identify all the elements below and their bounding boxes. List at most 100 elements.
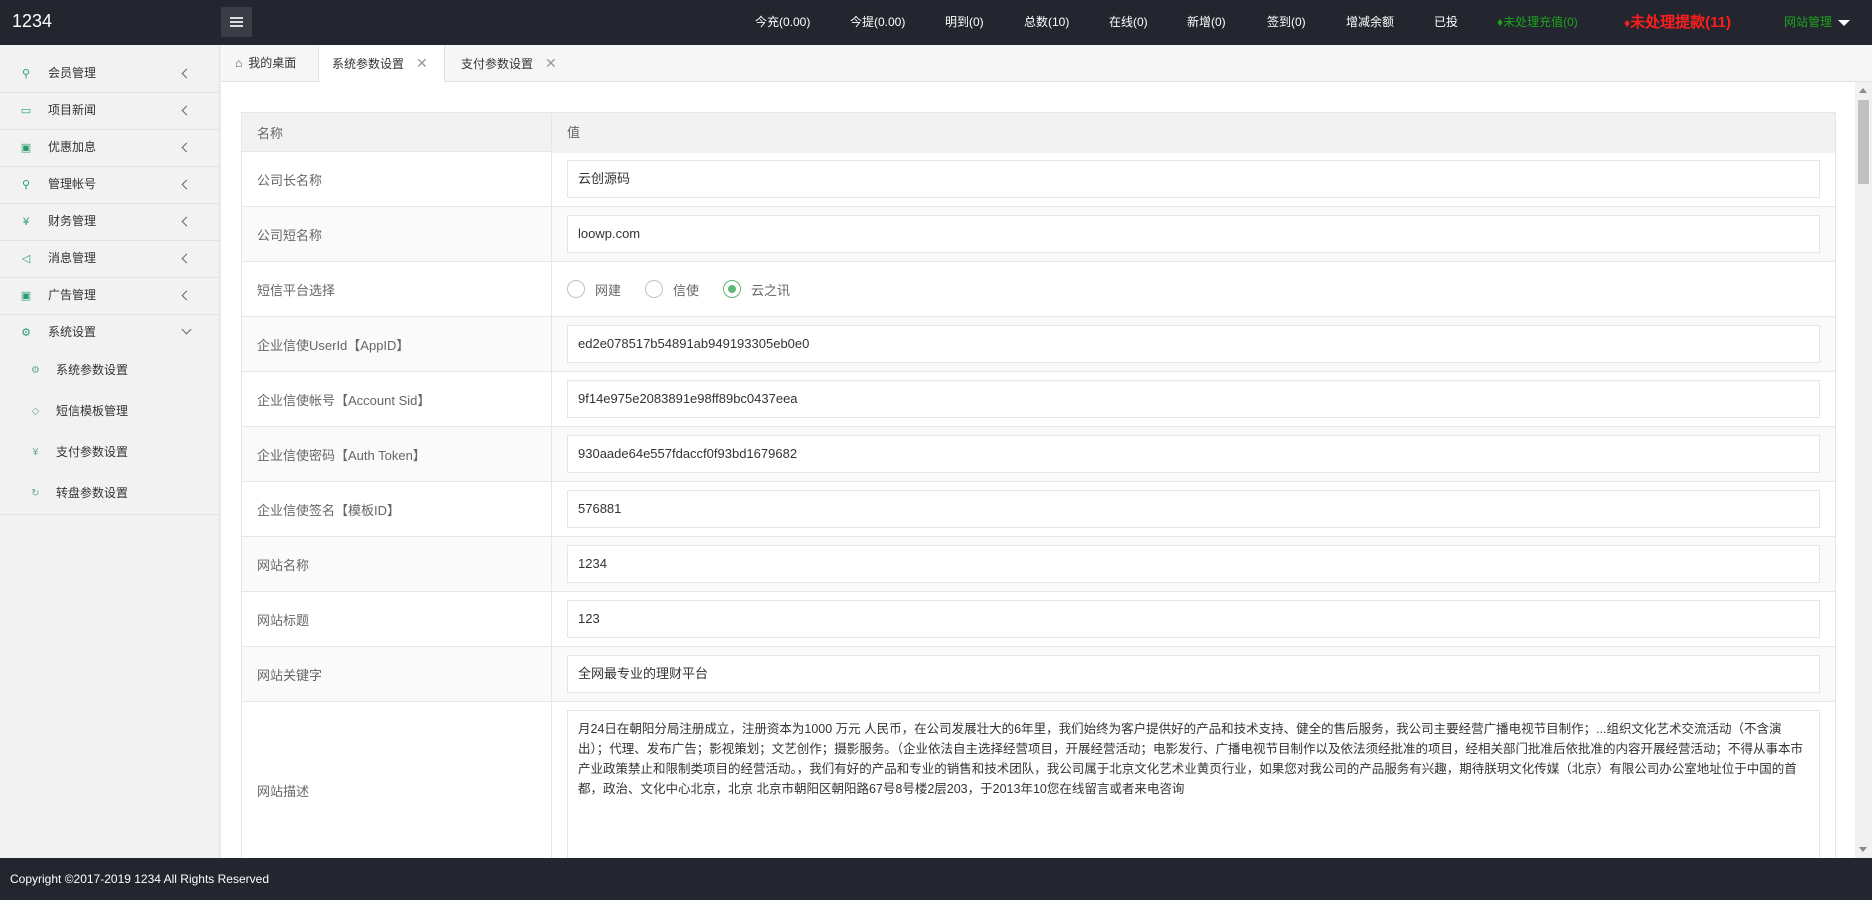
row-label: 网站名称 [242,537,552,591]
nav-signin[interactable]: 签到(0) [1267,0,1306,45]
chevron-left-icon [181,290,192,301]
row-label: 企业信使帐号【Account Sid】 [242,372,552,426]
image-icon: ▣ [20,290,32,302]
tab-label: 支付参数设置 [461,57,534,71]
rmb-icon: ¥ [32,447,39,458]
sidebar-item-label: 项目新闻 [48,103,97,117]
chevron-left-icon [181,68,192,79]
radio-label: 网建 [595,282,622,298]
sms-account-sid-input[interactable]: 9f14e975e2083891e98ff89bc0437eea [567,380,1820,418]
table-row: 公司长名称 云创源码 [242,152,1835,207]
sidebar-item-label: 消息管理 [48,251,97,265]
nav-adjust-balance[interactable]: 增减余额 [1346,0,1394,45]
table-row: 网站名称 1234 [242,537,1835,592]
tab-desktop[interactable]: ⌂ 我的桌面 [235,45,296,82]
site-title-input[interactable]: 123 [567,600,1820,638]
sidebar-item-ads[interactable]: ▣ 广告管理 [0,277,220,314]
gear-icon: ⚙ [31,365,40,376]
chevron-down-icon [181,324,192,335]
book-icon: ▭ [20,105,32,117]
tab-label: 我的桌面 [248,56,297,70]
tab-label: 系统参数设置 [332,57,405,71]
sidebar-item-label: 会员管理 [48,66,97,80]
settings-table: 名称 值 公司长名称 云创源码 公司短名称 loowp.com 短信平台选择 网… [241,112,1836,858]
company-long-name-input[interactable]: 云创源码 [567,160,1820,198]
sidebar-subitem-payment-params[interactable]: ¥ 支付参数设置 [0,432,220,473]
close-icon[interactable]: ✕ [545,45,557,82]
row-label: 网站标题 [242,592,552,646]
menu-toggle-button[interactable] [221,7,252,37]
nav-online[interactable]: 在线(0) [1109,0,1148,45]
sidebar-subitem-wheel-params[interactable]: ↻ 转盘参数设置 [0,473,220,514]
row-label: 网站描述 [242,702,552,858]
sidebar-item-system-settings[interactable]: ⚙ 系统设置 [0,314,220,351]
sms-template-id-input[interactable]: 576881 [567,490,1820,528]
sidebar-item-label: 系统设置 [48,325,97,339]
radio-yunzhixun[interactable]: 云之讯 [723,280,790,299]
scroll-up-icon[interactable] [1859,88,1867,93]
nav-pending-recharge[interactable]: ♦未处理充值(0) [1497,0,1578,45]
nav-pending-withdraw[interactable]: ♦未处理提款(11) [1624,0,1731,45]
row-label: 短信平台选择 [242,262,552,316]
nav-today-recharge[interactable]: 今充(0.00) [755,0,810,45]
sidebar-item-promotions[interactable]: ▣ 优惠加息 [0,129,220,166]
sidebar-subitem-label: 支付参数设置 [56,445,129,459]
nav-new[interactable]: 新增(0) [1187,0,1226,45]
sidebar-item-label: 财务管理 [48,214,97,228]
table-row: 企业信使帐号【Account Sid】 9f14e975e2083891e98f… [242,372,1835,427]
header-value: 值 [552,113,1835,153]
radio-xinshi[interactable]: 信使 [645,280,699,299]
sidebar-item-admin-accounts[interactable]: ⚲ 管理帐号 [0,166,220,203]
table-row: 短信平台选择 网建 信使 云之讯 [242,262,1835,317]
row-label: 企业信使密码【Auth Token】 [242,427,552,481]
row-label: 公司长名称 [242,152,552,206]
sidebar-subitem-label: 系统参数设置 [56,363,129,377]
sidebar-item-finance[interactable]: ¥ 财务管理 [0,203,220,240]
row-label: 企业信使签名【模板ID】 [242,482,552,536]
radio-circle-icon [645,280,664,298]
nav-invested[interactable]: 已投 [1434,0,1458,45]
sms-platform-radio-group: 网建 信使 云之讯 [567,270,1820,308]
site-name-input[interactable]: 1234 [567,545,1820,583]
table-header: 名称 值 [242,112,1835,153]
radio-wangjian[interactable]: 网建 [567,280,621,299]
tag-icon: ◇ [31,406,40,417]
main-content: 名称 值 公司长名称 云创源码 公司短名称 loowp.com 短信平台选择 网… [221,82,1855,858]
sidebar-subitem-label: 短信模板管理 [56,404,129,418]
sms-userid-input[interactable]: ed2e078517b54891ab949193305eb0e0 [567,325,1820,363]
site-keywords-input[interactable]: 全网最专业的理财平台 [567,655,1820,693]
scroll-down-icon[interactable] [1859,847,1867,852]
nav-site-admin[interactable]: 网站管理 [1784,0,1851,45]
sidebar-item-members[interactable]: ⚲ 会员管理 [0,55,220,92]
sidebar-item-messages[interactable]: ◁ 消息管理 [0,240,220,277]
site-description-textarea[interactable]: 月24日在朝阳分局注册成立，注册资本为1000 万元 人民币，在公司发展壮大的6… [567,710,1820,858]
row-label: 公司短名称 [242,207,552,261]
sidebar-item-news[interactable]: ▭ 项目新闻 [0,92,220,129]
caret-down-icon [1838,19,1851,26]
rmb-icon: ¥ [22,216,30,228]
chevron-left-icon [181,253,192,264]
nav-pending-recharge-label: 未处理充值(0) [1503,15,1578,29]
sidebar-subitem-sms-templates[interactable]: ◇ 短信模板管理 [0,391,220,432]
sidebar-subitem-system-params[interactable]: ⚙ 系统参数设置 [0,350,220,391]
nav-pending-withdraw-label: 未处理提款(11) [1630,14,1731,31]
hamburger-icon [230,17,243,27]
user-icon: ⚲ [21,68,31,80]
sidebar-item-label: 优惠加息 [48,140,97,154]
close-icon[interactable]: ✕ [416,45,428,82]
nav-total[interactable]: 总数(10) [1024,0,1069,45]
content-scrollbar[interactable] [1855,82,1872,858]
tab-payment-params[interactable]: 支付参数设置 ✕ [461,45,557,82]
nav-tomorrow-due[interactable]: 明到(0) [945,0,984,45]
sidebar-item-label: 广告管理 [48,288,97,302]
company-short-name-input[interactable]: loowp.com [567,215,1820,253]
nav-site-admin-label: 网站管理 [1784,15,1833,29]
speaker-icon: ◁ [21,253,31,265]
table-row: 企业信使密码【Auth Token】 930aade64e557fdaccf0f… [242,427,1835,482]
sms-auth-token-input[interactable]: 930aade64e557fdaccf0f93bd1679682 [567,435,1820,473]
nav-today-withdraw[interactable]: 今提(0.00) [850,0,905,45]
tab-system-params[interactable]: 系统参数设置 ✕ [318,45,445,83]
table-row: 企业信使UserId【AppID】 ed2e078517b54891ab9491… [242,317,1835,372]
scroll-thumb[interactable] [1858,100,1869,184]
sidebar: ⚲ 会员管理 ▭ 项目新闻 ▣ 优惠加息 ⚲ 管理帐号 ¥ 财务管理 ◁ 消息管… [0,45,220,858]
